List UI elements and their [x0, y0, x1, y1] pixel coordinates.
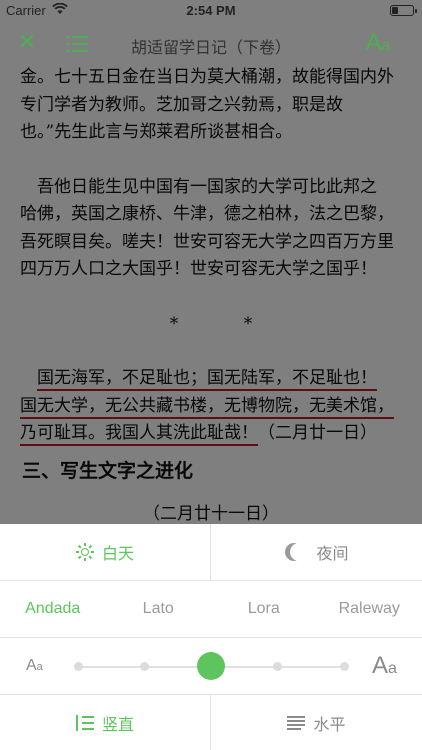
- font-size-step[interactable]: [140, 662, 149, 671]
- font-size-step[interactable]: [273, 662, 282, 671]
- increase-font-size-icon[interactable]: Aa: [372, 652, 397, 680]
- reader-settings-panel: 白天 夜间 Andada Lato Lora Raleway Aa Aa 竖直 水平: [0, 524, 422, 750]
- font-settings-button[interactable]: Aa: [366, 30, 390, 59]
- horizontal-page-button[interactable]: 水平: [211, 695, 422, 750]
- dim-overlay[interactable]: [0, 0, 422, 524]
- horizontal-layout-icon: [287, 715, 306, 730]
- font-option-andada[interactable]: Andada: [0, 600, 106, 618]
- font-size-step[interactable]: [339, 662, 349, 671]
- font-size-step[interactable]: [73, 662, 83, 671]
- vertical-layout-icon: [75, 714, 94, 731]
- vertical-scroll-button[interactable]: 竖直: [0, 695, 211, 750]
- moon-icon: [290, 543, 308, 561]
- clock: 2:54 PM: [186, 3, 236, 18]
- close-icon[interactable]: ✕: [18, 32, 36, 54]
- status-bar: Carrier 2:54 PM: [0, 0, 422, 22]
- day-mode-button[interactable]: 白天: [0, 524, 211, 580]
- font-size-row: Aa Aa: [0, 638, 422, 695]
- book-title: 胡适留学日记（下卷）: [130, 38, 291, 57]
- night-mode-button[interactable]: 夜间: [211, 524, 422, 580]
- reader-navbar: ✕ 胡适留学日记（下卷） Aa: [0, 22, 422, 66]
- font-option-raleway[interactable]: Raleway: [317, 600, 422, 618]
- font-size-slider-knob[interactable]: [197, 652, 225, 680]
- font-family-row: Andada Lato Lora Raleway: [0, 581, 422, 638]
- theme-row: 白天 夜间: [0, 524, 422, 581]
- battery-icon: [390, 5, 417, 16]
- page-flow-row: 竖直 水平: [0, 695, 422, 750]
- font-option-lora[interactable]: Lora: [211, 600, 317, 618]
- sun-icon: [76, 543, 94, 561]
- decrease-font-size-icon[interactable]: Aa: [26, 657, 43, 675]
- font-option-lato[interactable]: Lato: [106, 600, 212, 618]
- table-of-contents-icon[interactable]: [66, 35, 88, 53]
